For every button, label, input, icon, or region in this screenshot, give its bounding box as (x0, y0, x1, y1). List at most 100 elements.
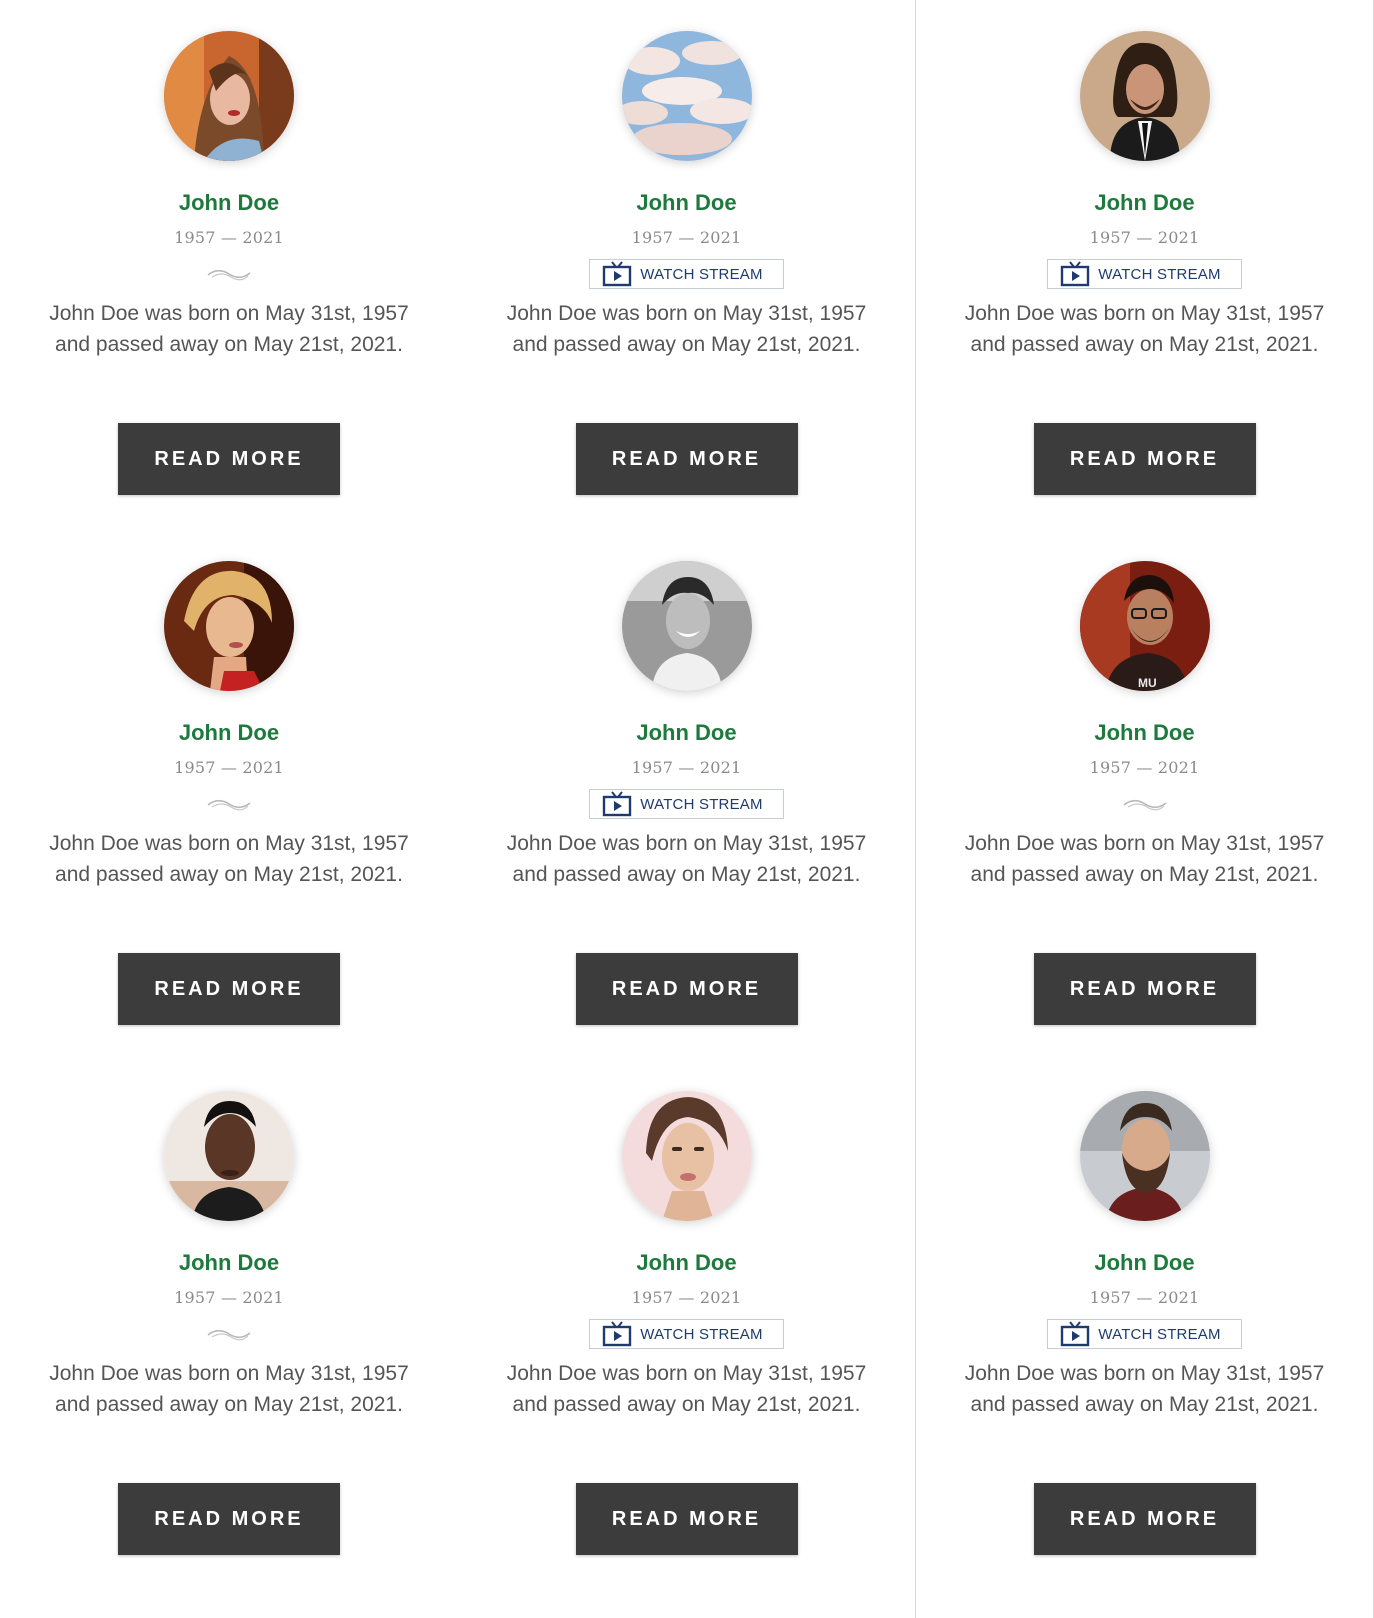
avatar[interactable] (621, 31, 752, 161)
life-years: 1957 — 2021 (1089, 758, 1200, 777)
person-name[interactable]: John Doe (179, 1248, 279, 1278)
description-line: and passed away on May 21st, 2021. (970, 1393, 1319, 1416)
description-line: John Doe was born on May 31st, 1957 (964, 832, 1325, 855)
stream-row: WATCH STREAM (589, 258, 784, 290)
description-line: John Doe was born on May 31st, 1957 (506, 832, 867, 855)
tv-play-icon (603, 1321, 632, 1347)
life-years: 1957 — 2021 (631, 228, 742, 247)
avatar[interactable]: MU (1079, 561, 1210, 691)
description-line: and passed away on May 21st, 2021. (512, 333, 861, 356)
portrait-man-beard-icon (1079, 1091, 1210, 1221)
person-name[interactable]: John Doe (1094, 188, 1194, 218)
obituary-card: John Doe 1957 — 2021 John Doe was born o… (0, 530, 458, 1060)
description-line: and passed away on May 21st, 2021. (512, 1393, 861, 1416)
life-years: 1957 — 2021 (1089, 228, 1200, 247)
portrait-man-suit-icon (1079, 31, 1210, 161)
description-line: and passed away on May 21st, 2021. (512, 863, 861, 886)
description-line: and passed away on May 21st, 2021. (970, 333, 1319, 356)
obituary-card: John Doe 1957 — 2021 John Doe was born o… (0, 0, 458, 530)
portrait-man-turtleneck-icon (164, 1091, 294, 1221)
life-years: 1957 — 2021 (174, 228, 284, 247)
obituary-card: John Doe 1957 — 2021 John Doe was born o… (0, 1060, 458, 1618)
read-more-button[interactable]: READ MORE (1033, 953, 1256, 1025)
avatar[interactable] (164, 31, 294, 161)
obituary-card: John Doe 1957 — 2021 WATCH STREAM John D… (458, 1060, 916, 1618)
obituary-card: John Doe 1957 — 2021 WATCH STREAM John D… (916, 0, 1374, 530)
obituary-card: MU John Doe 1957 — 2021 John Doe was bor… (916, 530, 1374, 1060)
description: John Doe was born on May 31st, 1957 and … (34, 298, 424, 360)
stream-row: WATCH STREAM (1047, 258, 1242, 290)
read-more-button[interactable]: READ MORE (118, 953, 340, 1025)
divider-ornament (204, 258, 254, 290)
description: John Doe was born on May 31st, 1957 and … (950, 828, 1340, 890)
portrait-man-glasses-icon: MU (1079, 561, 1210, 691)
obituary-card: John Doe 1957 — 2021 WATCH STREAM John D… (916, 1060, 1374, 1618)
tv-play-icon (603, 791, 632, 817)
description: John Doe was born on May 31st, 1957 and … (492, 298, 882, 360)
person-name[interactable]: John Doe (179, 718, 279, 748)
stream-row: WATCH STREAM (589, 788, 784, 820)
person-name[interactable]: John Doe (636, 188, 736, 218)
portrait-woman-blonde-icon (164, 561, 294, 691)
flourish-icon (207, 269, 251, 281)
portrait-man-smiling-bw-icon (621, 561, 752, 691)
watch-stream-button[interactable]: WATCH STREAM (1047, 259, 1242, 289)
portrait-woman-short-hair-icon (621, 1091, 752, 1221)
person-name[interactable]: John Doe (636, 718, 736, 748)
description-line: John Doe was born on May 31st, 1957 (49, 832, 409, 855)
watch-stream-button[interactable]: WATCH STREAM (1047, 1319, 1242, 1349)
watch-stream-label: WATCH STREAM (640, 795, 763, 813)
read-more-button[interactable]: READ MORE (575, 1483, 798, 1555)
description-line: and passed away on May 21st, 2021. (55, 863, 403, 886)
obituary-card: John Doe 1957 — 2021 WATCH STREAM John D… (458, 530, 916, 1060)
avatar[interactable] (621, 1091, 752, 1221)
read-more-button[interactable]: READ MORE (575, 423, 798, 495)
description: John Doe was born on May 31st, 1957 and … (492, 828, 882, 890)
flourish-icon (1123, 799, 1166, 811)
read-more-button[interactable]: READ MORE (575, 953, 798, 1025)
watch-stream-label: WATCH STREAM (1098, 1325, 1221, 1343)
read-more-button[interactable]: READ MORE (118, 423, 340, 495)
life-years: 1957 — 2021 (174, 758, 284, 777)
description: John Doe was born on May 31st, 1957 and … (34, 828, 424, 890)
obituary-card: John Doe 1957 — 2021 WATCH STREAM John D… (458, 0, 916, 530)
divider-ornament (204, 788, 254, 820)
tv-play-icon (603, 261, 632, 287)
avatar[interactable] (621, 561, 752, 691)
description-line: John Doe was born on May 31st, 1957 (964, 302, 1325, 325)
avatar[interactable] (164, 561, 294, 691)
stream-row: WATCH STREAM (1047, 1318, 1242, 1350)
divider-ornament (204, 1318, 254, 1350)
description-line: and passed away on May 21st, 2021. (55, 1393, 403, 1416)
watch-stream-button[interactable]: WATCH STREAM (589, 1319, 784, 1349)
watch-stream-button[interactable]: WATCH STREAM (589, 259, 784, 289)
person-name[interactable]: John Doe (1094, 1248, 1194, 1278)
avatar[interactable] (1079, 31, 1210, 161)
description: John Doe was born on May 31st, 1957 and … (950, 298, 1340, 360)
description-line: John Doe was born on May 31st, 1957 (506, 1362, 867, 1385)
description: John Doe was born on May 31st, 1957 and … (950, 1358, 1340, 1420)
avatar[interactable] (1079, 1091, 1210, 1221)
watch-stream-label: WATCH STREAM (1098, 265, 1221, 283)
tv-play-icon (1061, 1321, 1090, 1347)
description-line: and passed away on May 21st, 2021. (55, 333, 403, 356)
portrait-woman-long-hair-icon (164, 31, 294, 161)
read-more-button[interactable]: READ MORE (118, 1483, 340, 1555)
read-more-button[interactable]: READ MORE (1033, 423, 1256, 495)
watch-stream-label: WATCH STREAM (640, 265, 763, 283)
obituary-grid: John Doe 1957 — 2021 John Doe was born o… (0, 0, 1374, 1618)
watch-stream-button[interactable]: WATCH STREAM (589, 789, 784, 819)
cloudy-sky-icon (621, 31, 752, 161)
flourish-icon (207, 1329, 251, 1341)
description: John Doe was born on May 31st, 1957 and … (34, 1358, 424, 1420)
person-name[interactable]: John Doe (179, 188, 279, 218)
svg-text:MU: MU (1138, 676, 1157, 690)
read-more-button[interactable]: READ MORE (1033, 1483, 1256, 1555)
tv-play-icon (1061, 261, 1090, 287)
description: John Doe was born on May 31st, 1957 and … (492, 1358, 882, 1420)
person-name[interactable]: John Doe (1094, 718, 1194, 748)
avatar[interactable] (164, 1091, 294, 1221)
description-line: and passed away on May 21st, 2021. (970, 863, 1319, 886)
person-name[interactable]: John Doe (636, 1248, 736, 1278)
life-years: 1957 — 2021 (174, 1288, 284, 1307)
